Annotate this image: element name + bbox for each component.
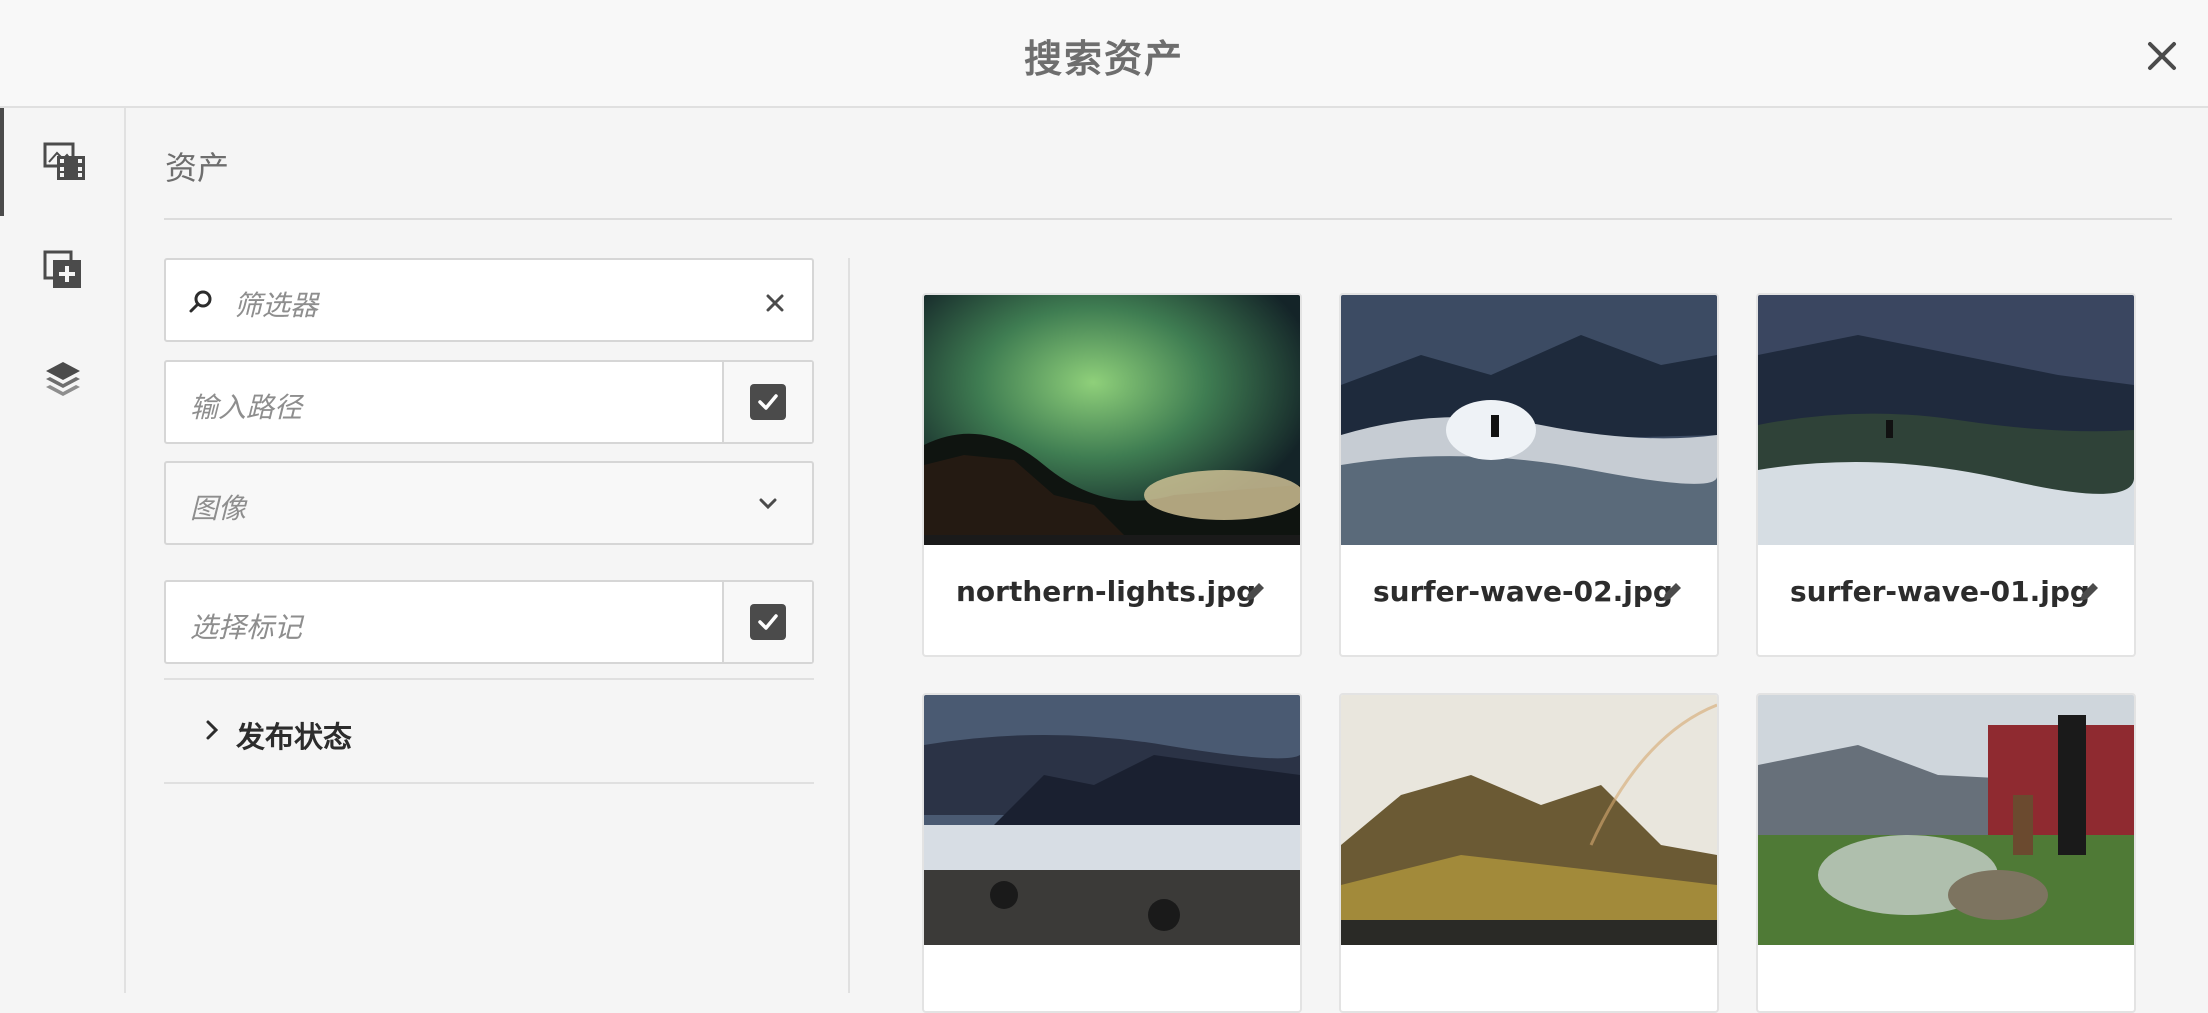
chevron-down-icon [759, 498, 777, 510]
dialog-title: 搜索资产 [1023, 37, 1184, 81]
asset-card[interactable] [922, 693, 1302, 1013]
rail-item-assets[interactable] [0, 108, 126, 216]
asset-thumbnail [1758, 295, 2134, 545]
search-input[interactable]: 筛选器 [164, 258, 814, 342]
clear-icon[interactable] [766, 294, 784, 312]
edit-button[interactable] [1655, 577, 1687, 609]
add-collection-icon [43, 250, 81, 288]
checkmark-icon [758, 394, 778, 410]
results-divider [1172, 218, 2172, 220]
asset-card[interactable] [1339, 693, 1719, 1013]
asset-card[interactable]: surfer-wave-01.jpg [1756, 293, 2136, 657]
publish-status-accordion[interactable]: 发布状态 [164, 678, 814, 784]
panel-divider [164, 218, 1172, 220]
pencil-icon [2080, 583, 2098, 601]
type-selected-value: 图像 [190, 492, 247, 525]
pencil-icon [1663, 583, 1681, 601]
asset-thumbnail [1341, 695, 1717, 945]
close-icon [2148, 42, 2176, 70]
path-placeholder: 输入路径 [190, 391, 303, 424]
search-icon [189, 290, 212, 313]
asset-card[interactable]: northern-lights.jpg [922, 293, 1302, 657]
asset-card[interactable]: surfer-wave-02.jpg [1339, 293, 1719, 657]
asset-name: surfer-wave-01.jpg [1790, 575, 2090, 608]
asset-thumbnail [1758, 695, 2134, 945]
type-select[interactable]: 图像 [164, 461, 814, 545]
search-placeholder: 筛选器 [234, 289, 319, 322]
checkbox-checked [750, 604, 786, 640]
close-button[interactable] [2140, 34, 2184, 78]
checkbox-checked [750, 384, 786, 420]
rail-item-layers[interactable] [0, 324, 126, 432]
path-checkbox[interactable] [722, 362, 812, 442]
pencil-icon [1246, 583, 1264, 601]
publish-status-label: 发布状态 [236, 720, 353, 754]
assets-icon [43, 142, 85, 180]
tags-field[interactable]: 选择标记 [164, 580, 814, 664]
asset-name: surfer-wave-02.jpg [1373, 575, 1673, 608]
asset-card[interactable] [1756, 693, 2136, 1013]
column-divider [848, 258, 850, 993]
panel-title: 资产 [165, 149, 230, 187]
tags-checkbox[interactable] [722, 582, 812, 662]
dialog-header: 搜索资产 [0, 0, 2208, 108]
asset-name: northern-lights.jpg [956, 575, 1257, 608]
asset-thumbnail [1341, 295, 1717, 545]
path-field[interactable]: 输入路径 [164, 360, 814, 444]
rail-item-collections[interactable] [0, 216, 126, 324]
asset-thumbnail [924, 695, 1300, 945]
chevron-right-icon [206, 720, 219, 740]
checkmark-icon [758, 614, 778, 630]
layers-icon [46, 362, 80, 396]
edit-button[interactable] [1238, 577, 1270, 609]
tags-placeholder: 选择标记 [190, 611, 303, 644]
edit-button[interactable] [2072, 577, 2104, 609]
asset-thumbnail [924, 295, 1300, 545]
side-rail [0, 108, 126, 993]
